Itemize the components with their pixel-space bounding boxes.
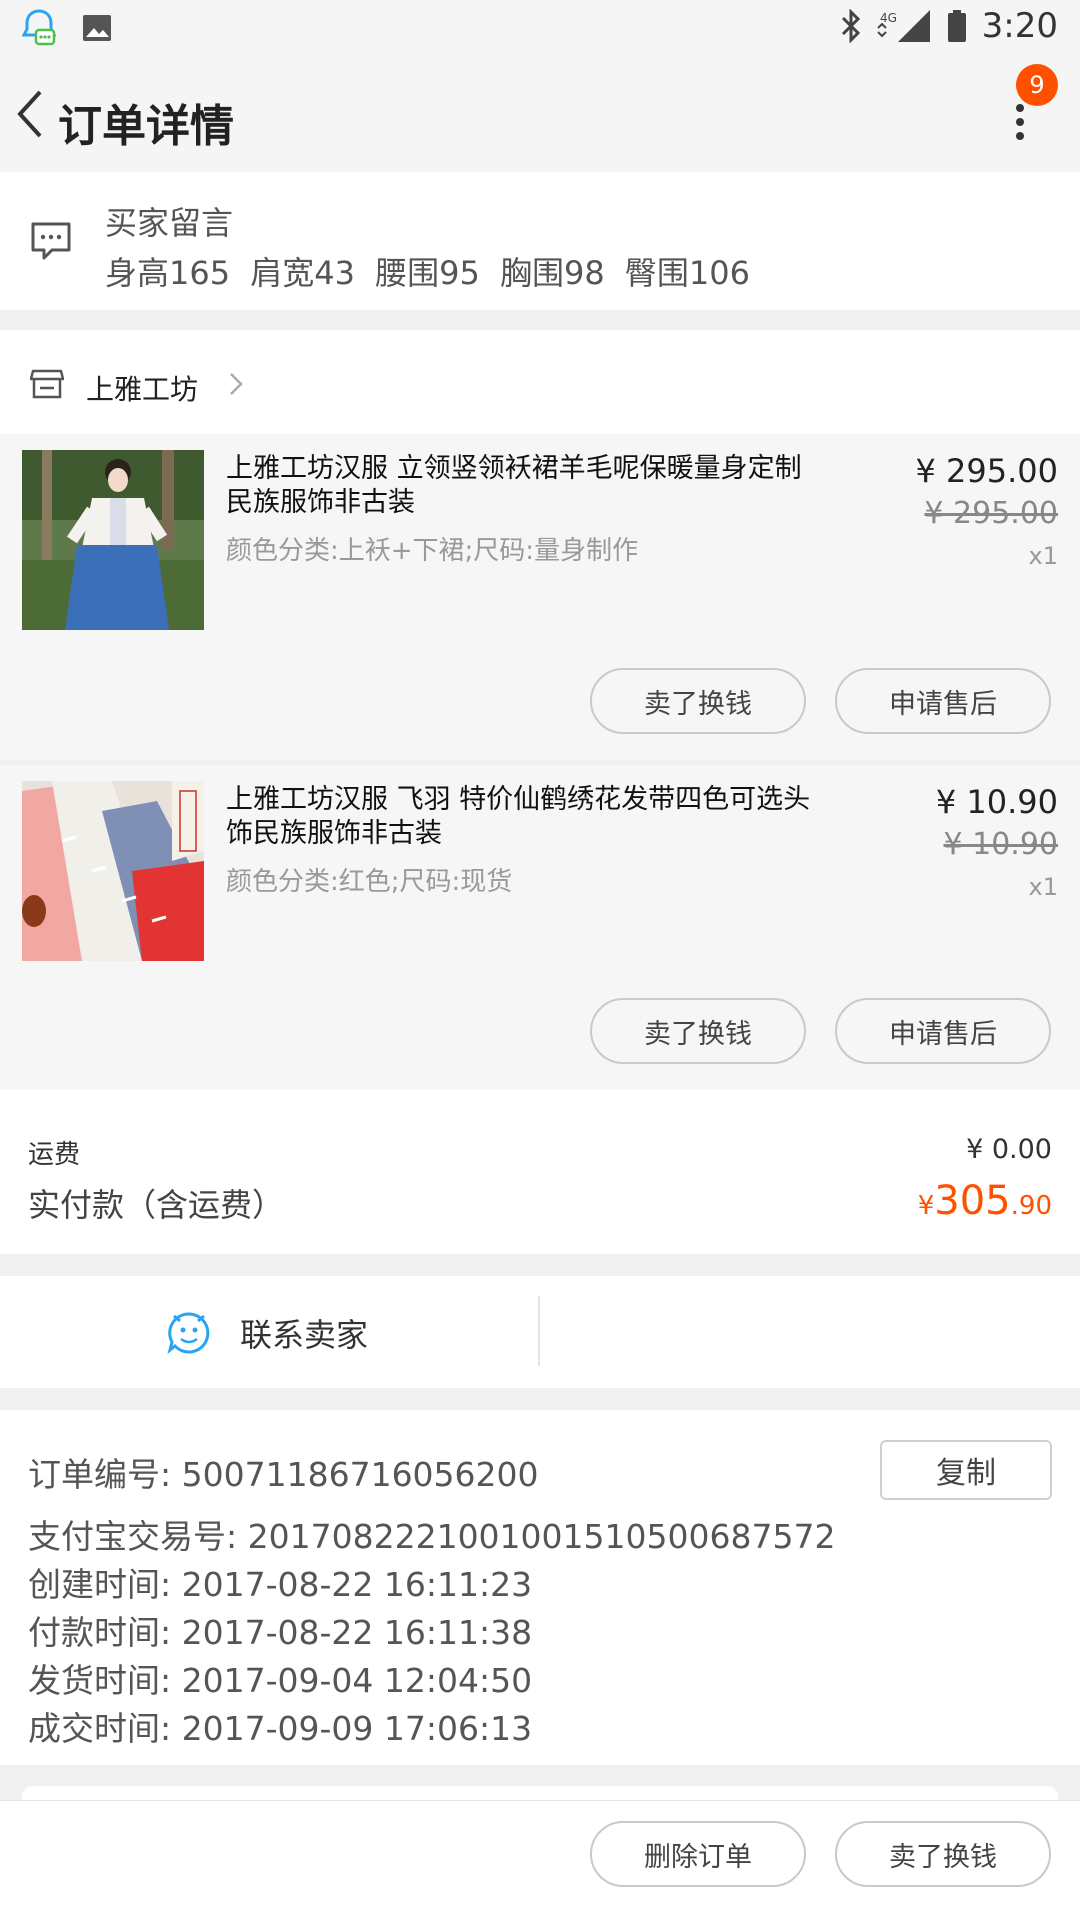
price-summary: 运费 ¥ 0.00 实付款（含运费） ¥305.90 bbox=[0, 1090, 1080, 1254]
buyer-message-text: 身高165 肩宽43 腰围95 胸围98 臀围106 bbox=[105, 254, 751, 292]
created-time: 创建时间: 2017-08-22 16:11:23 bbox=[28, 1565, 533, 1604]
sell-button[interactable]: 卖了换钱 bbox=[590, 668, 806, 734]
title-bar: 订单详情 9 bbox=[0, 58, 1080, 172]
after-sale-button[interactable]: 申请售后 bbox=[835, 998, 1051, 1064]
product-title[interactable]: 上雅工坊汉服 飞羽 特价仙鹤绣花发带四色可选头饰民族服饰非古装 bbox=[226, 783, 816, 851]
message-icon bbox=[31, 222, 71, 260]
copy-button[interactable]: 复制 bbox=[880, 1440, 1052, 1500]
product-image[interactable] bbox=[22, 450, 204, 630]
completed-time: 成交时间: 2017-09-09 17:06:13 bbox=[28, 1709, 533, 1748]
back-arrow-icon[interactable] bbox=[10, 84, 58, 144]
product-title[interactable]: 上雅工坊汉服 立领竖领袄裙羊毛呢保暖量身定制 民族服饰非古装 bbox=[226, 452, 816, 520]
status-bar: 4G 3:20 bbox=[0, 0, 1080, 58]
contact-bar: 联系卖家 bbox=[0, 1276, 1080, 1388]
alipay-trade-number: 支付宝交易号: 2017082221001001510500687572 bbox=[28, 1517, 836, 1556]
after-sale-button[interactable]: 申请售后 bbox=[835, 668, 1051, 734]
divider bbox=[538, 1296, 540, 1366]
sell-button[interactable]: 卖了换钱 bbox=[590, 998, 806, 1064]
product-original-price: ¥ 295.00 bbox=[924, 496, 1058, 531]
buyer-message-card: 买家留言 身高165 肩宽43 腰围95 胸围98 臀围106 bbox=[0, 172, 1080, 310]
order-number: 订单编号: 50071186716056200 bbox=[28, 1455, 539, 1494]
product-price: ¥ 295.00 bbox=[915, 452, 1059, 490]
shipped-time: 发货时间: 2017-09-04 12:04:50 bbox=[28, 1661, 533, 1700]
battery-icon bbox=[947, 10, 966, 42]
product-sku: 颜色分类:红色;尺码:现货 bbox=[226, 867, 513, 897]
product-price: ¥ 10.90 bbox=[935, 783, 1058, 821]
shop-name: 上雅工坊 bbox=[86, 373, 199, 406]
chat-face-icon bbox=[167, 1312, 210, 1354]
product-quantity: x1 bbox=[1028, 542, 1058, 570]
bottom-action-bar: 删除订单 卖了换钱 bbox=[0, 1800, 1080, 1920]
product-image[interactable] bbox=[22, 781, 204, 961]
product-original-price: ¥ 10.90 bbox=[943, 827, 1058, 862]
buyer-message-title: 买家留言 bbox=[105, 204, 234, 242]
shipping-value: ¥ 0.00 bbox=[966, 1134, 1052, 1165]
paid-decimal: .90 bbox=[1010, 1191, 1052, 1221]
paid-currency: ¥ bbox=[917, 1191, 935, 1221]
order-item[interactable]: 上雅工坊汉服 飞羽 特价仙鹤绣花发带四色可选头饰民族服饰非古装 颜色分类:红色;… bbox=[0, 765, 1080, 1091]
paid-amount: ¥305.90 bbox=[918, 1178, 1052, 1224]
chevron-right-icon bbox=[230, 373, 243, 395]
delete-order-button[interactable]: 删除订单 bbox=[590, 1821, 806, 1887]
qq-notification-icon bbox=[22, 9, 56, 46]
contact-seller-button[interactable]: 联系卖家 bbox=[0, 1276, 538, 1388]
page-title: 订单详情 bbox=[58, 101, 234, 152]
paid-time: 付款时间: 2017-08-22 16:11:38 bbox=[28, 1613, 533, 1652]
status-time: 3:20 bbox=[981, 6, 1058, 46]
shop-header[interactable]: 上雅工坊 bbox=[0, 330, 1080, 434]
product-sku: 颜色分类:上袄+下裙;尺码:量身制作 bbox=[226, 536, 639, 566]
bluetooth-icon bbox=[841, 9, 860, 43]
order-item[interactable]: 上雅工坊汉服 立领竖领袄裙羊毛呢保暖量身定制 民族服饰非古装 颜色分类:上袄+下… bbox=[0, 434, 1080, 760]
order-info: 订单编号: 50071186716056200 复制 支付宝交易号: 20170… bbox=[0, 1410, 1080, 1765]
shipping-label: 运费 bbox=[28, 1140, 81, 1170]
product-quantity: x1 bbox=[1028, 873, 1058, 901]
paid-amount-label: 实付款（含运费） bbox=[28, 1186, 285, 1224]
signal-4g-icon: 4G bbox=[876, 10, 930, 42]
gallery-icon bbox=[83, 15, 111, 41]
shop-icon bbox=[30, 369, 64, 399]
notification-badge: 9 bbox=[1016, 64, 1058, 106]
contact-seller-label: 联系卖家 bbox=[240, 1316, 369, 1354]
paid-integer: 305 bbox=[934, 1178, 1011, 1224]
svg-text:4G: 4G bbox=[880, 11, 897, 25]
sell-button[interactable]: 卖了换钱 bbox=[835, 1821, 1051, 1887]
